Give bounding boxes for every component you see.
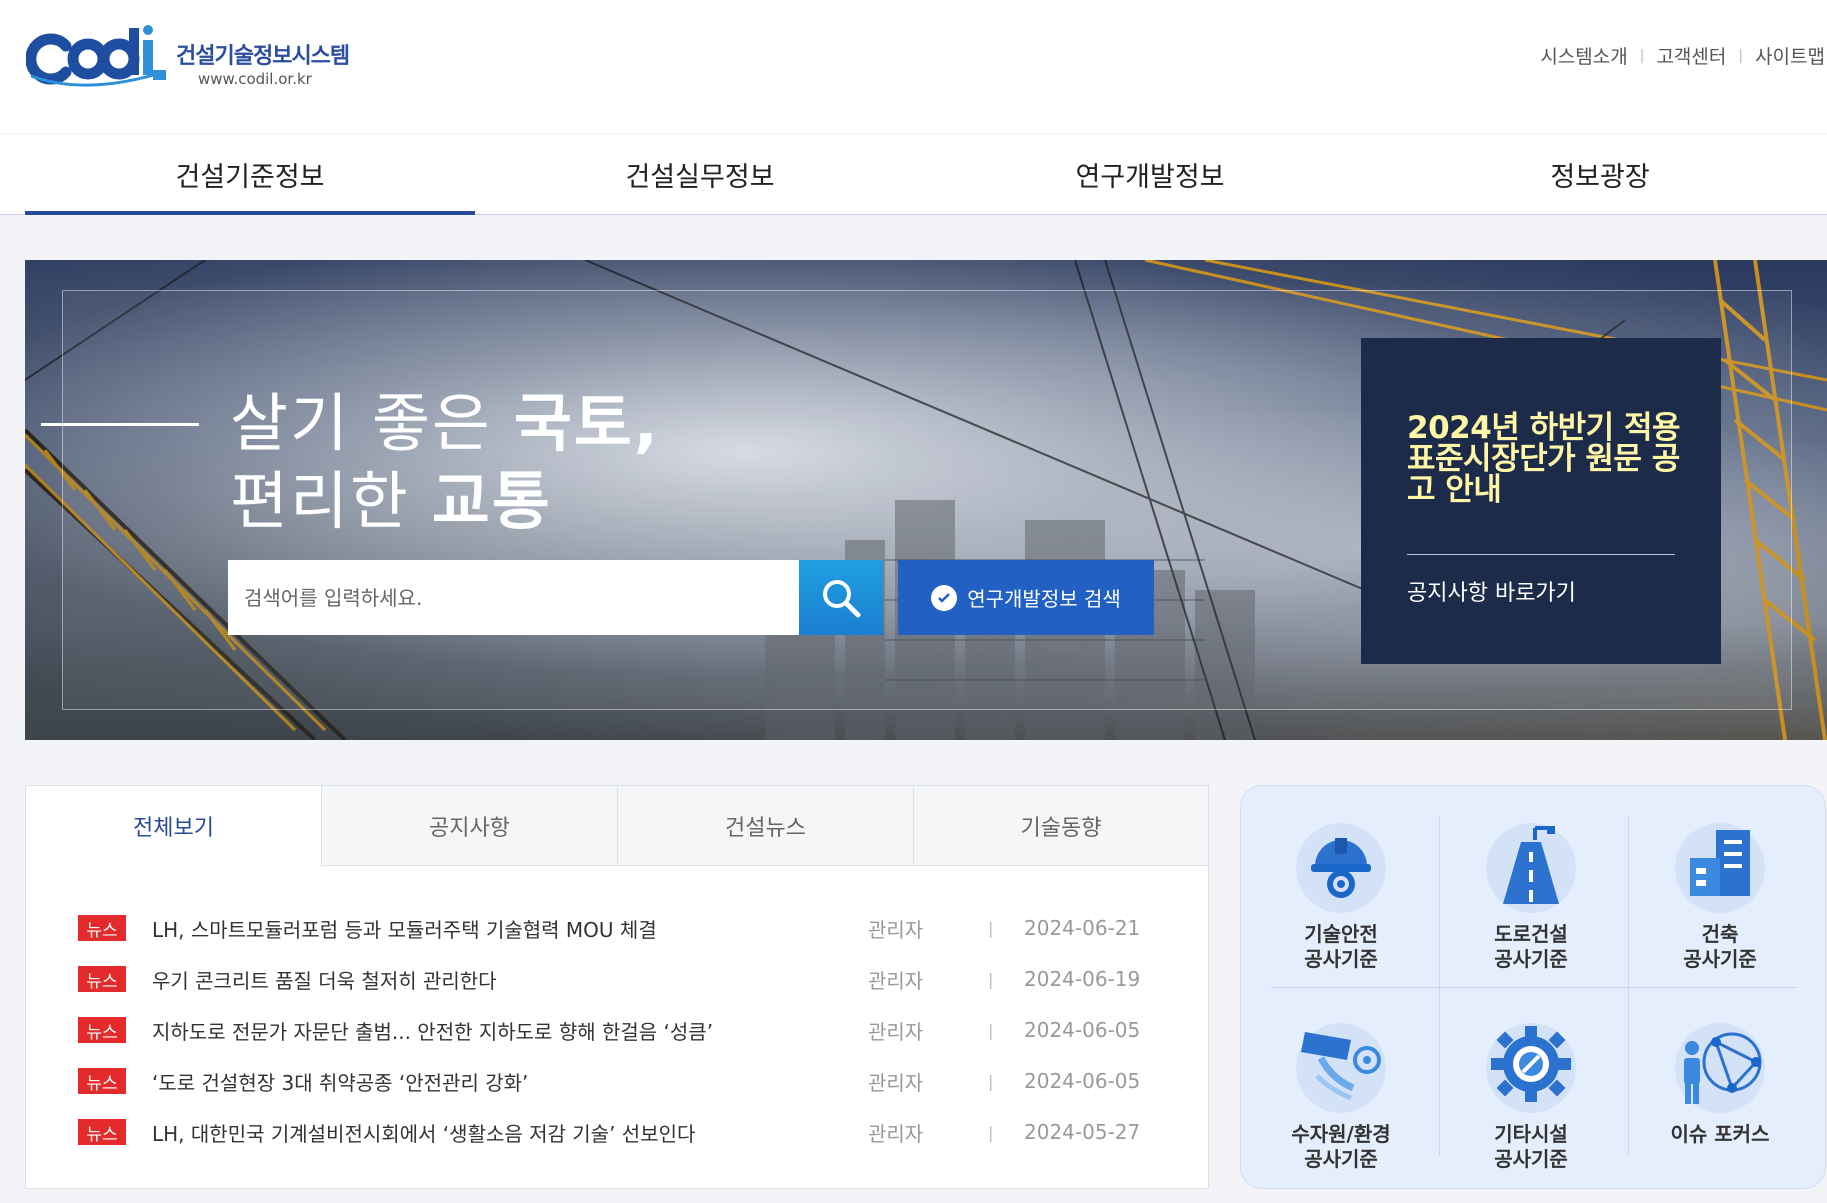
- hero-title: 살기 좋은 국토, 편리한 교통: [230, 385, 660, 541]
- news-author: 관리자: [868, 917, 924, 942]
- utility-link-customer-center[interactable]: 고객센터: [1656, 42, 1726, 69]
- tab-all[interactable]: 전체보기: [26, 786, 322, 866]
- news-date: 2024-06-21: [1024, 916, 1141, 940]
- site-header: 건설기술정보시스템 www.codil.or.kr 시스템소개 | 고객센터 |…: [0, 0, 1827, 133]
- news-title[interactable]: ‘도로 건설현장 3대 취약공종 ‘안전관리 강화’: [152, 1067, 868, 1096]
- news-separator: |: [988, 1071, 994, 1091]
- quick-links-panel: 기술안전 공사기준 도로건설 공사기준 건축 공사기준 수자원/환경 공사기준 …: [1240, 785, 1826, 1189]
- utility-link-system-intro[interactable]: 시스템소개: [1540, 42, 1627, 69]
- news-date: 2024-06-19: [1024, 967, 1141, 991]
- quick-link-label: 이슈 포커스: [1670, 1122, 1770, 1146]
- search-input[interactable]: [228, 560, 799, 635]
- news-title[interactable]: LH, 대한민국 기계설비전시회에서 ‘생활소음 저감 기술’ 선보인다: [152, 1118, 868, 1147]
- gnb-item-info-plaza[interactable]: 정보광장: [1375, 134, 1825, 214]
- quick-link-road-construction[interactable]: 도로건설 공사기준: [1436, 818, 1626, 988]
- quick-link-water-environment[interactable]: 수자원/환경 공사기준: [1246, 1018, 1436, 1188]
- news-badge: 뉴스: [78, 966, 126, 992]
- site-title: 건설기술정보시스템: [176, 44, 350, 69]
- utility-separator: |: [1738, 47, 1744, 64]
- news-author: 관리자: [868, 1019, 924, 1044]
- site-url: www.codil.or.kr: [198, 70, 312, 88]
- rnd-search-button[interactable]: 연구개발정보 검색: [898, 560, 1154, 635]
- hero-decorative-line: [41, 423, 199, 426]
- network-person-icon: [1675, 1023, 1765, 1113]
- quick-link-architecture[interactable]: 건축 공사기준: [1625, 818, 1815, 988]
- gnb-item-construction-standards[interactable]: 건설기준정보: [25, 134, 475, 215]
- news-date: 2024-06-05: [1024, 1069, 1141, 1093]
- hero-title-line2-bold: 교통: [431, 465, 552, 538]
- news-author: 관리자: [868, 1070, 924, 1095]
- road-icon: [1486, 823, 1576, 913]
- news-list-item[interactable]: 뉴스 지하도로 전문가 자문단 출범... 안전한 지하도로 향해 한걸음 ‘성…: [78, 1015, 1188, 1045]
- search-button[interactable]: [799, 560, 883, 635]
- safety-helmet-icon: [1296, 823, 1386, 913]
- hero-title-line1-light: 살기 좋은: [230, 387, 514, 460]
- water-pipe-icon: [1296, 1023, 1386, 1113]
- news-title[interactable]: LH, 스마트모듈러포럼 등과 모듈러주택 기술협력 MOU 체결: [152, 914, 868, 943]
- codil-logo-icon: [26, 25, 166, 87]
- quick-link-label: 도로건설 공사기준: [1494, 922, 1568, 971]
- news-date: 2024-05-27: [1024, 1120, 1141, 1144]
- quick-link-other-facilities[interactable]: 기타시설 공사기준: [1436, 1018, 1626, 1188]
- hero-title-line2-light: 편리한: [230, 465, 432, 538]
- utility-separator: |: [1639, 47, 1645, 64]
- check-circle-icon: [931, 584, 958, 611]
- quick-link-issue-focus[interactable]: 이슈 포커스: [1625, 1018, 1815, 1188]
- news-badge: 뉴스: [78, 1068, 126, 1094]
- utility-nav: 시스템소개 | 고객센터 | 사이트맵: [1540, 42, 1825, 69]
- quick-link-label: 수자원/환경 공사기준: [1291, 1122, 1391, 1171]
- gnb-item-rnd-info[interactable]: 연구개발정보: [925, 134, 1375, 214]
- news-badge: 뉴스: [78, 915, 126, 941]
- quick-link-label: 기타시설 공사기준: [1494, 1122, 1568, 1171]
- news-list-item[interactable]: 뉴스 ‘도로 건설현장 3대 취약공종 ‘안전관리 강화’ 관리자 | 2024…: [78, 1066, 1188, 1096]
- gnb-item-construction-practice[interactable]: 건설실무정보: [475, 134, 925, 214]
- building-icon: [1675, 823, 1765, 913]
- gear-icon: [1486, 1023, 1576, 1113]
- news-date: 2024-06-05: [1024, 1018, 1141, 1042]
- news-list-item[interactable]: 뉴스 우기 콘크리트 품질 더욱 철저히 관리한다 관리자 | 2024-06-…: [78, 964, 1188, 994]
- notice-shortcut-link[interactable]: 공지사항 바로가기: [1407, 575, 1576, 607]
- tab-construction-news[interactable]: 건설뉴스: [618, 786, 914, 866]
- news-separator: |: [988, 969, 994, 989]
- hero-banner: 살기 좋은 국토, 편리한 교통 연구개발정보 검색 2024년 하반기 적용 …: [25, 260, 1827, 740]
- news-title[interactable]: 지하도로 전문가 자문단 출범... 안전한 지하도로 향해 한걸음 ‘성큼’: [152, 1016, 868, 1045]
- search-icon: [823, 579, 861, 617]
- quick-link-label: 건축 공사기준: [1683, 922, 1757, 971]
- notice-banner[interactable]: 2024년 하반기 적용 표준시장단가 원문 공고 안내 공지사항 바로가기: [1361, 338, 1721, 664]
- quick-link-tech-safety[interactable]: 기술안전 공사기준: [1246, 818, 1436, 988]
- news-badge: 뉴스: [78, 1119, 126, 1145]
- site-logo[interactable]: 건설기술정보시스템 www.codil.or.kr: [26, 20, 366, 92]
- notice-title: 2024년 하반기 적용 표준시장단가 원문 공고 안내: [1407, 410, 1680, 508]
- utility-link-sitemap[interactable]: 사이트맵: [1755, 42, 1825, 69]
- news-tab-panel: 전체보기 공지사항 건설뉴스 기술동향 뉴스 LH, 스마트모듈러포럼 등과 모…: [25, 785, 1209, 1189]
- news-author: 관리자: [868, 968, 924, 993]
- news-title[interactable]: 우기 콘크리트 품질 더욱 철저히 관리한다: [152, 965, 868, 994]
- news-list-item[interactable]: 뉴스 LH, 스마트모듈러포럼 등과 모듈러주택 기술협력 MOU 체결 관리자…: [78, 913, 1188, 943]
- news-author: 관리자: [868, 1121, 924, 1146]
- news-separator: |: [988, 1122, 994, 1142]
- notice-divider: [1407, 554, 1675, 555]
- main-navigation: 건설기준정보 건설실무정보 연구개발정보 정보광장: [0, 133, 1827, 215]
- tab-tech-trends[interactable]: 기술동향: [914, 786, 1208, 866]
- quick-link-label: 기술안전 공사기준: [1304, 922, 1378, 971]
- news-badge: 뉴스: [78, 1017, 126, 1043]
- news-list-item[interactable]: 뉴스 LH, 대한민국 기계설비전시회에서 ‘생활소음 저감 기술’ 선보인다 …: [78, 1117, 1188, 1147]
- rnd-search-label: 연구개발정보 검색: [967, 587, 1121, 611]
- hero-title-line1-bold: 국토,: [513, 387, 660, 460]
- news-separator: |: [988, 1020, 994, 1040]
- tab-notice[interactable]: 공지사항: [322, 786, 618, 866]
- news-separator: |: [988, 918, 994, 938]
